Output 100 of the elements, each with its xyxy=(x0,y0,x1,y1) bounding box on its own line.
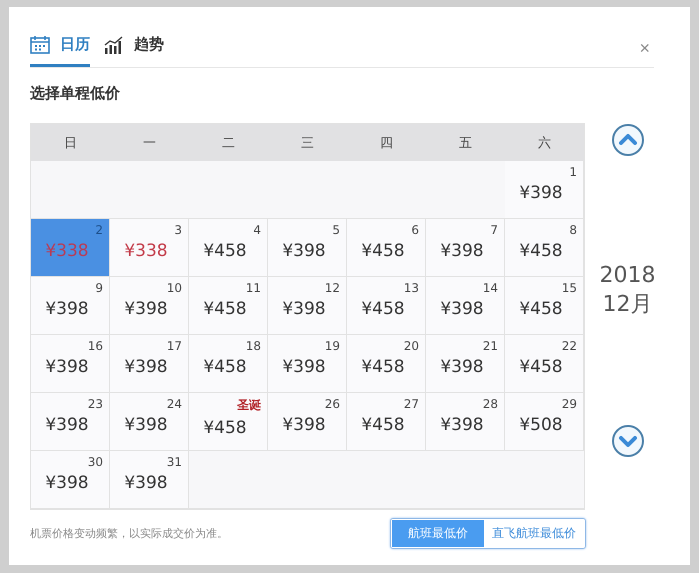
holiday-label: 圣诞 xyxy=(237,397,261,414)
price-label: ¥398 xyxy=(440,241,484,261)
close-button[interactable]: × xyxy=(635,38,654,58)
date-cell[interactable]: 29 ¥508 xyxy=(505,393,584,451)
price-label: ¥458 xyxy=(519,299,563,319)
day-number: 15 xyxy=(562,281,577,295)
day-number: 8 xyxy=(569,223,577,237)
date-cell[interactable]: 27 ¥458 xyxy=(347,393,426,451)
day-number: 6 xyxy=(411,223,419,237)
day-number: 22 xyxy=(562,339,577,353)
day-number: 1 xyxy=(569,165,577,179)
date-cell[interactable]: 13 ¥458 xyxy=(347,277,426,335)
date-cell[interactable]: 23 ¥398 xyxy=(31,393,110,451)
day-number: 27 xyxy=(404,397,419,411)
date-cell[interactable]: 圣诞 ¥458 xyxy=(189,393,268,451)
price-label: ¥398 xyxy=(124,415,168,435)
date-cell[interactable]: 9 ¥398 xyxy=(31,277,110,335)
date-cell[interactable]: 20 ¥458 xyxy=(347,335,426,393)
price-label: ¥458 xyxy=(361,357,405,377)
price-label: ¥458 xyxy=(203,241,247,261)
weekday-header: 五 xyxy=(458,134,473,152)
price-label: ¥458 xyxy=(519,241,563,261)
date-cell[interactable]: 11 ¥458 xyxy=(189,277,268,335)
day-number: 7 xyxy=(490,223,498,237)
day-number: 20 xyxy=(404,339,419,353)
price-label: ¥338 xyxy=(45,241,89,261)
tab[interactable]: 日历 xyxy=(30,29,90,67)
tab[interactable]: 趋势 xyxy=(104,29,164,67)
price-label: ¥458 xyxy=(361,299,405,319)
price-label: ¥398 xyxy=(45,299,89,319)
price-label: ¥398 xyxy=(440,357,484,377)
day-number: 4 xyxy=(253,223,261,237)
date-cell[interactable]: 15 ¥458 xyxy=(505,277,584,335)
price-label: ¥398 xyxy=(440,299,484,319)
previous-month-button[interactable] xyxy=(610,123,644,157)
day-number: 19 xyxy=(324,339,340,353)
price-label: ¥398 xyxy=(124,357,168,377)
day-number: 17 xyxy=(166,339,182,353)
date-cell[interactable]: 24 ¥398 xyxy=(110,393,189,451)
price-label: ¥458 xyxy=(203,418,247,438)
day-number: 16 xyxy=(88,339,103,353)
weekday-header: 日 xyxy=(63,134,78,152)
day-number: 5 xyxy=(332,223,340,237)
date-cell[interactable]: 1 ¥398 xyxy=(505,161,584,219)
day-number: 30 xyxy=(88,455,103,469)
month-label: 12月 xyxy=(602,290,652,318)
date-cell[interactable]: 10 ¥398 xyxy=(110,277,189,335)
day-number: 13 xyxy=(404,281,419,295)
date-cell[interactable]: 22 ¥458 xyxy=(505,335,584,393)
date-cell[interactable]: 17 ¥398 xyxy=(110,335,189,393)
date-cell[interactable]: 7 ¥398 xyxy=(426,219,505,277)
day-number: 14 xyxy=(482,281,498,295)
price-label: ¥458 xyxy=(361,415,405,435)
date-cell[interactable]: 19 ¥398 xyxy=(268,335,347,393)
day-number: 26 xyxy=(324,397,340,411)
day-number: 23 xyxy=(88,397,103,411)
price-label: ¥398 xyxy=(45,473,89,493)
bar-chart-icon xyxy=(104,36,124,54)
price-label: ¥338 xyxy=(124,241,168,261)
date-cell[interactable]: 31 ¥398 xyxy=(110,451,189,509)
date-cell[interactable]: 18 ¥458 xyxy=(189,335,268,393)
chevron-up-icon xyxy=(610,123,644,157)
date-cell[interactable]: 6 ¥458 xyxy=(347,219,426,277)
day-number: 11 xyxy=(246,281,261,295)
section-title: 选择单程低价 xyxy=(30,84,121,103)
year-label: 2018 xyxy=(600,262,656,290)
date-cell[interactable]: 4 ¥458 xyxy=(189,219,268,277)
price-label: ¥458 xyxy=(203,357,247,377)
price-label: ¥398 xyxy=(519,183,563,203)
date-cell[interactable]: 26 ¥398 xyxy=(268,393,347,451)
date-cell[interactable]: 8 ¥458 xyxy=(505,219,584,277)
day-number: 21 xyxy=(482,339,498,353)
weekday-header: 二 xyxy=(221,134,236,152)
date-cell[interactable]: 5 ¥398 xyxy=(268,219,347,277)
price-label: ¥398 xyxy=(440,415,484,435)
price-label: ¥458 xyxy=(519,357,563,377)
date-cell[interactable]: 14 ¥398 xyxy=(426,277,505,335)
date-cell[interactable]: 16 ¥398 xyxy=(31,335,110,393)
weekday-header: 三 xyxy=(300,134,315,152)
day-number: 10 xyxy=(166,281,182,295)
chevron-down-icon xyxy=(610,424,644,458)
price-label: ¥398 xyxy=(45,357,89,377)
date-cell[interactable]: 30 ¥398 xyxy=(31,451,110,509)
day-number: 24 xyxy=(166,397,182,411)
date-cell[interactable]: 3 ¥338 xyxy=(110,219,189,277)
next-month-button[interactable] xyxy=(610,424,644,458)
day-number: 2 xyxy=(95,223,103,237)
date-cell[interactable]: 21 ¥398 xyxy=(426,335,505,393)
day-number: 12 xyxy=(324,281,340,295)
price-label: ¥398 xyxy=(282,357,326,377)
weekday-header: 一 xyxy=(142,134,157,152)
date-cell[interactable]: 28 ¥398 xyxy=(426,393,505,451)
weekday-header: 六 xyxy=(537,134,552,152)
price-label: ¥508 xyxy=(519,415,563,435)
price-label: ¥398 xyxy=(282,415,326,435)
day-number: 9 xyxy=(95,281,103,295)
calendar-icon xyxy=(30,36,50,54)
price-label: ¥398 xyxy=(282,241,326,261)
day-number: 3 xyxy=(174,223,182,237)
date-cell[interactable]: 12 ¥398 xyxy=(268,277,347,335)
